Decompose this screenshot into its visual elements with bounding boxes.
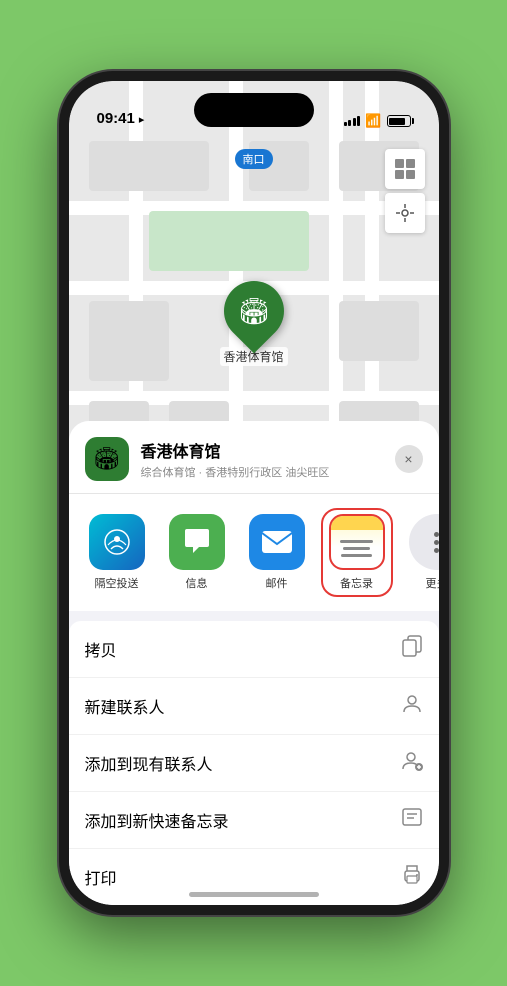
print-icon xyxy=(401,863,423,891)
action-new-contact[interactable]: 新建联系人 xyxy=(69,678,439,735)
share-row: 隔空投送 信息 xyxy=(69,494,439,611)
add-contact-icon xyxy=(401,749,423,777)
venue-name: 香港体育馆 xyxy=(141,438,383,462)
signal-bars xyxy=(344,116,361,126)
mail-label: 邮件 xyxy=(266,575,288,591)
phone-screen: 09:41 ▸ 📶 xyxy=(69,81,439,905)
status-time: 09:41 xyxy=(97,110,135,129)
action-list: 拷贝 新建联系人 xyxy=(69,621,439,905)
action-quick-note[interactable]: 添加到新快速备忘录 xyxy=(69,792,439,849)
action-copy[interactable]: 拷贝 xyxy=(69,621,439,678)
add-contact-label: 添加到现有联系人 xyxy=(85,751,213,775)
close-button[interactable]: × xyxy=(395,445,423,473)
share-item-more[interactable]: 更多 xyxy=(401,514,439,591)
messages-label: 信息 xyxy=(186,575,208,591)
status-icons: 📶 xyxy=(344,113,411,129)
more-label: 更多 xyxy=(426,575,439,591)
notes-label: 备忘录 xyxy=(340,575,373,591)
venue-info: 香港体育馆 综合体育馆 · 香港特别行政区 油尖旺区 xyxy=(141,438,383,480)
mail-icon xyxy=(249,514,305,570)
venue-subtitle: 综合体育馆 · 香港特别行政区 油尖旺区 xyxy=(141,464,383,480)
new-contact-label: 新建联系人 xyxy=(85,694,165,718)
copy-label: 拷贝 xyxy=(85,637,117,661)
location-pin: 🏟 香港体育馆 xyxy=(219,281,287,366)
venue-icon: 🏟 xyxy=(85,437,129,481)
quick-note-icon xyxy=(401,806,423,834)
airdrop-label: 隔空投送 xyxy=(95,575,139,591)
more-icon xyxy=(409,514,439,570)
map-controls[interactable] xyxy=(385,149,425,235)
north-label: 南口 xyxy=(235,149,273,169)
phone-frame: 09:41 ▸ 📶 xyxy=(59,71,449,915)
battery-icon xyxy=(387,115,411,127)
share-item-mail[interactable]: 邮件 xyxy=(241,514,313,591)
home-indicator xyxy=(189,892,319,897)
messages-icon xyxy=(169,514,225,570)
share-item-airdrop[interactable]: 隔空投送 xyxy=(81,514,153,591)
bottom-sheet: 🏟 香港体育馆 综合体育馆 · 香港特别行政区 油尖旺区 × xyxy=(69,421,439,905)
venue-header: 🏟 香港体育馆 综合体育馆 · 香港特别行政区 油尖旺区 × xyxy=(69,421,439,494)
share-item-messages[interactable]: 信息 xyxy=(161,514,233,591)
map-type-button[interactable] xyxy=(385,149,425,189)
copy-icon xyxy=(401,635,423,663)
notes-icon xyxy=(329,514,385,570)
new-contact-icon xyxy=(401,692,423,720)
print-label: 打印 xyxy=(85,865,117,889)
wifi-icon: 📶 xyxy=(365,113,381,129)
location-icon: ▸ xyxy=(139,113,145,126)
airdrop-icon xyxy=(89,514,145,570)
share-item-notes[interactable]: 备忘录 xyxy=(321,508,393,597)
location-button[interactable] xyxy=(385,193,425,233)
action-add-contact[interactable]: 添加到现有联系人 xyxy=(69,735,439,792)
quick-note-label: 添加到新快速备忘录 xyxy=(85,808,229,832)
dynamic-island xyxy=(194,93,314,127)
